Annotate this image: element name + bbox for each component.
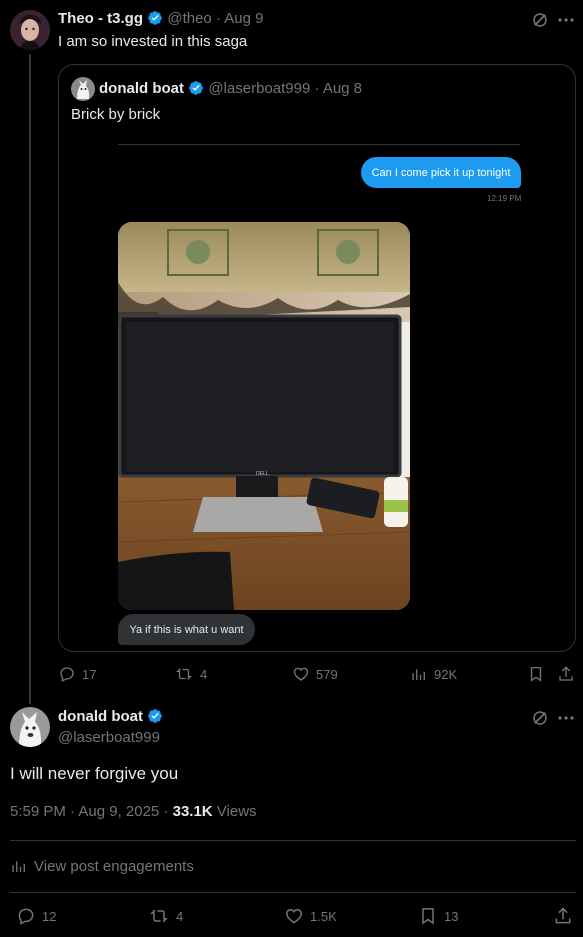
quoted-handle[interactable]: @laserboat999 [208,80,310,97]
bookmark-button[interactable]: 13 [418,906,458,926]
verified-icon [147,708,163,724]
post-timestamp[interactable]: 5:59 PM · Aug 9, 2025 · [10,803,173,820]
verified-icon [188,80,204,96]
like-count: 579 [316,666,338,682]
main-post-text: I will never forgive you [10,764,179,783]
like-button[interactable]: 1.5K [284,906,337,926]
quote-date[interactable]: · Aug 9 [216,10,264,27]
dm-timestamp: 12:19 PM [487,194,521,203]
reply-count: 17 [82,666,97,682]
more-icon[interactable] [557,710,575,726]
view-engagements-label: View post engagements [34,857,194,875]
views-count: 92K [434,666,458,682]
view-engagements-link[interactable]: View post engagements [10,857,194,875]
bookmark-icon[interactable] [527,665,545,683]
donald-boat-avatar[interactable] [10,707,50,747]
repost-count: 4 [200,666,208,682]
bookmark-icon [418,906,438,926]
dm-reply-bubble: Ya if this is what u want [118,614,255,645]
quote-handle[interactable]: @theo [167,10,211,27]
grok-icon[interactable] [531,709,549,727]
like-count: 1.5K [310,908,337,924]
quoted-date[interactable]: · Aug 8 [314,80,362,97]
quoted-author-name[interactable]: donald boat [99,80,184,97]
reply-button[interactable]: 12 [16,906,56,926]
like-icon [292,665,310,683]
divider [10,892,576,893]
repost-button[interactable]: 4 [174,665,207,683]
donald-boat-avatar-small[interactable] [71,77,95,101]
reply-icon [58,665,76,683]
thread-line [29,54,31,704]
main-handle[interactable]: @laserboat999 [58,729,160,747]
bookmark-count: 13 [444,908,459,924]
main-author-name[interactable]: donald boat [58,708,143,725]
more-icon[interactable] [557,12,575,28]
views-label: Views [212,803,257,820]
dm-sent-bubble: Can I come pick it up tonight [361,157,521,188]
theo-avatar[interactable] [10,10,50,50]
quoted-text: Brick by brick [71,106,161,123]
quote-text: I am so invested in this saga [58,33,248,50]
reply-button[interactable]: 17 [58,665,96,683]
dm-screenshot-divider [118,144,520,145]
grok-icon[interactable] [531,11,549,29]
divider [10,840,576,841]
like-icon [284,906,304,926]
repost-button[interactable]: 4 [148,906,183,926]
share-icon[interactable] [557,665,575,683]
monitor-photo[interactable]: DELL [118,222,410,610]
reply-icon [16,906,36,926]
quote-author-name[interactable]: Theo - t3.gg [58,10,143,27]
engagements-icon [10,857,28,875]
reply-count: 12 [42,908,57,924]
verified-icon [147,10,163,26]
views-button[interactable]: 92K [410,665,457,683]
share-icon[interactable] [553,906,573,926]
views-icon [410,665,428,683]
views-count-main: 33.1K [172,803,213,820]
like-button[interactable]: 579 [292,665,338,683]
repost-count: 4 [176,908,184,924]
repost-icon [174,665,194,683]
repost-icon [148,906,170,926]
